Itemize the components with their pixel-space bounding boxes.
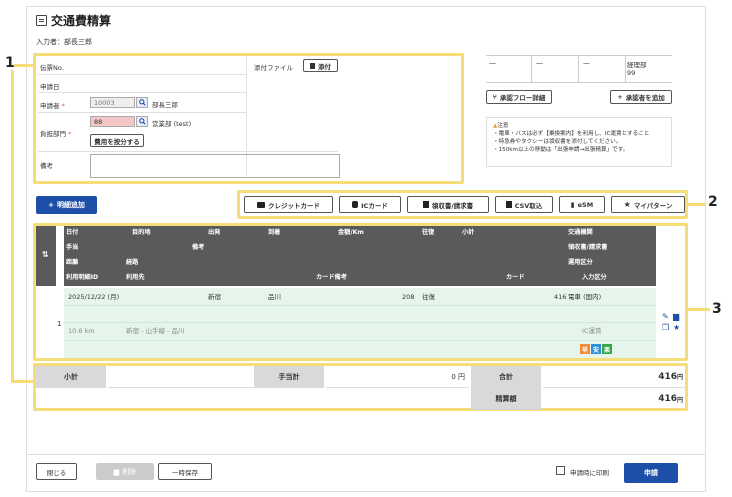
submit-button[interactable]: 申請 bbox=[624, 463, 678, 483]
print-checkbox[interactable] bbox=[556, 466, 565, 475]
callout-line bbox=[11, 70, 14, 382]
allowance-value: 0 円 bbox=[326, 366, 469, 388]
ic-card-button[interactable]: ICカード bbox=[339, 196, 401, 213]
entrant-info: 入力者：部長三郎 bbox=[36, 38, 92, 46]
applicant-label: 申請者 * bbox=[40, 102, 65, 110]
print-label: 申請時に印刷 bbox=[570, 469, 609, 477]
edit-icon[interactable]: ✎ bbox=[662, 312, 669, 321]
note-label: 備考 bbox=[40, 162, 53, 170]
table-row[interactable]: 2025/12/22 (月) 新宿 品川 208 往復 416 電車 (国内) … bbox=[64, 288, 656, 358]
split-cost-button[interactable]: 費用を按分する bbox=[90, 134, 144, 147]
notice-title: ▲注意 bbox=[493, 123, 509, 129]
star-icon: ★ bbox=[623, 200, 631, 209]
callout-line bbox=[688, 203, 706, 206]
row-usage: IC運賃 bbox=[582, 327, 602, 335]
copy-icon[interactable]: ❐ bbox=[662, 323, 669, 332]
route-badges: 早 安 楽 bbox=[580, 344, 613, 354]
totals-row-2: 精算額 416 円 bbox=[36, 388, 685, 410]
denpyo-label: 伝票No. bbox=[40, 64, 64, 72]
flow-icon: ⑂ bbox=[492, 93, 497, 101]
row-index: 1 bbox=[36, 288, 61, 358]
applicant-name: 部長三郎 bbox=[152, 101, 178, 109]
search-icon[interactable] bbox=[136, 97, 148, 108]
file-icon bbox=[310, 62, 315, 69]
my-pattern-button[interactable]: ★ マイパターン bbox=[611, 196, 685, 213]
search-icon[interactable] bbox=[136, 116, 148, 127]
approver-cell: — bbox=[533, 56, 579, 82]
delete-button[interactable]: ▆ 削除 bbox=[96, 463, 154, 480]
callout-line bbox=[14, 64, 34, 67]
notice-box: ▲注意 ・電車・バスは必ず【乗換案内】を利用し、IC運賃とすること ・特急券やタ… bbox=[486, 117, 672, 167]
sort-handle[interactable]: ⇅ bbox=[36, 226, 56, 286]
callout-2: 2 bbox=[708, 194, 718, 210]
row-roundtrip: 往復 bbox=[422, 293, 435, 301]
star-icon[interactable]: ★ bbox=[673, 323, 680, 332]
row-route: 新宿 - 山手線 - 品川 bbox=[126, 327, 185, 335]
row-amount: 208 bbox=[402, 293, 415, 301]
total-label: 合計 bbox=[471, 366, 541, 388]
add-detail-button[interactable]: + 明細追加 bbox=[36, 196, 97, 214]
shinsei-label: 申請日 bbox=[40, 83, 60, 91]
esm-button[interactable]: ▮ eSM bbox=[559, 196, 605, 213]
row-from: 新宿 bbox=[208, 293, 221, 301]
sort-icon: ⇅ bbox=[42, 250, 49, 259]
document-icon bbox=[36, 15, 47, 26]
fast-badge: 早 bbox=[580, 344, 590, 354]
csv-import-button[interactable]: CSV取込 bbox=[495, 196, 553, 213]
trash-icon: ▆ bbox=[113, 467, 120, 476]
allowance-label: 手当計 bbox=[254, 366, 324, 388]
callout-3: 3 bbox=[712, 301, 722, 317]
applicant-code-input[interactable]: 10003 bbox=[90, 97, 135, 108]
close-button[interactable]: 閉じる bbox=[36, 463, 77, 480]
subtotal-label: 小計 bbox=[36, 366, 106, 388]
credit-card-icon bbox=[257, 201, 265, 208]
totals-row-1: 小計 416 円 手当計 0 円 合計 416円 bbox=[36, 366, 685, 388]
dept-label: 負担部門 * bbox=[40, 130, 72, 138]
approver-cell: — bbox=[486, 56, 532, 82]
dept-name: 営業部 (test) bbox=[152, 120, 192, 128]
add-approver-button[interactable]: + 承認者を追加 bbox=[610, 90, 672, 104]
save-temp-button[interactable]: 一時保存 bbox=[158, 463, 212, 480]
approval-flow-button[interactable]: ⑂ 承認フロー詳細 bbox=[486, 90, 552, 104]
plus-icon: + bbox=[617, 93, 623, 101]
file-icon bbox=[505, 201, 512, 208]
row-date: 2025/12/22 (月) bbox=[68, 293, 120, 301]
callout-line bbox=[11, 380, 35, 383]
trash-icon[interactable]: ▆ bbox=[673, 312, 679, 321]
row-transport: 電車 (国内) bbox=[568, 293, 602, 301]
plus-icon: + bbox=[48, 201, 54, 209]
easy-badge: 楽 bbox=[602, 344, 612, 354]
cheap-badge: 安 bbox=[591, 344, 601, 354]
approval-row: — — — 経理部 99 bbox=[486, 55, 672, 83]
row-actions: ✎ ▆ ❐ ★ bbox=[658, 312, 684, 336]
note-textarea[interactable] bbox=[90, 154, 340, 178]
bar-chart-icon: ▮ bbox=[570, 200, 575, 209]
dept-code-input[interactable]: 88 bbox=[90, 116, 135, 127]
callout-line bbox=[688, 308, 710, 311]
receipt-button[interactable]: 領収書/請求書 bbox=[407, 196, 489, 213]
grid-header: 日付 目的地 出発 到着 金額/Km 往復 小計 交通機関 手当 備考 領収書/… bbox=[64, 226, 656, 286]
row-distance: 10.6 km bbox=[68, 327, 95, 335]
approver-accounting: 経理部 99 bbox=[627, 61, 647, 77]
total-value: 416 円 bbox=[543, 366, 685, 388]
attach-button[interactable]: 添付 bbox=[303, 59, 338, 72]
receipt-icon bbox=[422, 201, 429, 208]
settle-value: 416 円 bbox=[658, 394, 683, 404]
page-title: 交通費精算 bbox=[36, 12, 111, 29]
row-to: 品川 bbox=[268, 293, 281, 301]
train-icon bbox=[352, 201, 359, 208]
callout-1: 1 bbox=[5, 55, 15, 71]
approver-cell: — bbox=[580, 56, 626, 82]
settle-label: 精算額 bbox=[471, 388, 541, 410]
attach-label: 添付ファイル bbox=[254, 64, 293, 72]
row-subtotal: 416 bbox=[554, 293, 567, 301]
credit-card-button[interactable]: クレジットカード bbox=[244, 196, 333, 213]
